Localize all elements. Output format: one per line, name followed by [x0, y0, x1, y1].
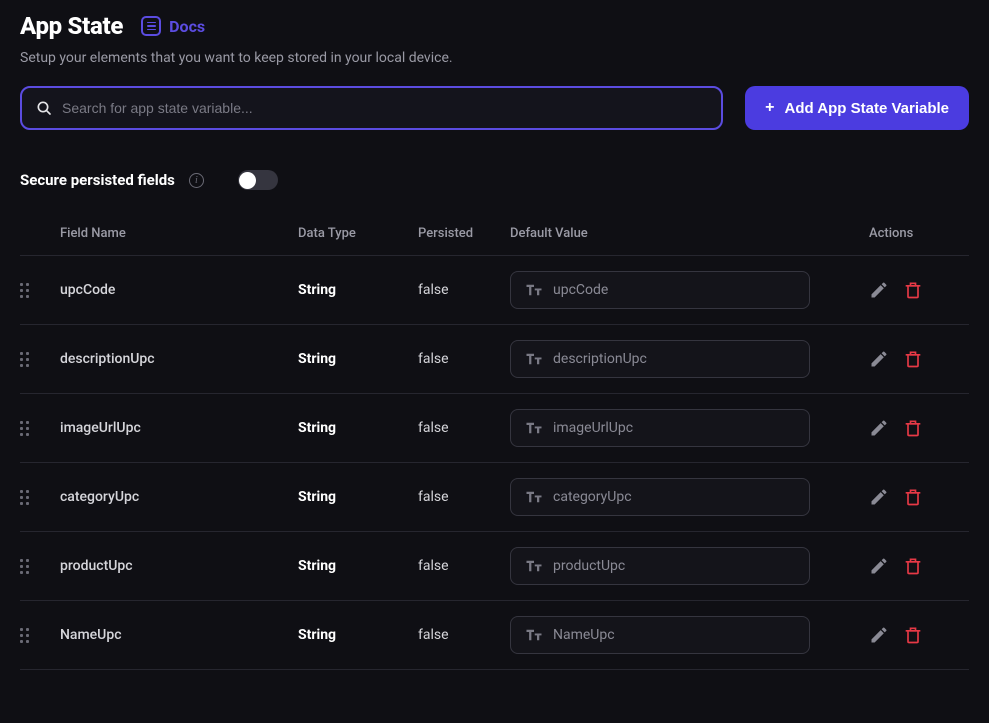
default-value-box[interactable]: imageUrlUpc: [510, 409, 810, 447]
table-header: Field Name Data Type Persisted Default V…: [20, 212, 969, 256]
default-value-box[interactable]: categoryUpc: [510, 478, 810, 516]
col-persisted: Persisted: [418, 226, 510, 241]
add-button-label: Add App State Variable: [785, 100, 949, 117]
col-data-type: Data Type: [298, 226, 418, 241]
edit-icon[interactable]: [869, 280, 889, 300]
drag-handle-icon[interactable]: [20, 490, 29, 505]
text-type-icon: [525, 421, 543, 435]
docs-icon: [141, 16, 161, 36]
drag-handle-icon[interactable]: [20, 283, 29, 298]
persisted: false: [418, 489, 510, 505]
table-row: NameUpc String false NameUpc: [20, 601, 969, 670]
col-default-value: Default Value: [510, 226, 869, 241]
data-type: String: [298, 351, 418, 367]
default-value-text: imageUrlUpc: [553, 420, 633, 436]
table-row: categoryUpc String false categoryUpc: [20, 463, 969, 532]
docs-label: Docs: [169, 17, 205, 36]
persisted: false: [418, 420, 510, 436]
data-type: String: [298, 627, 418, 643]
delete-icon[interactable]: [903, 280, 923, 300]
data-type: String: [298, 558, 418, 574]
delete-icon[interactable]: [903, 625, 923, 645]
data-type: String: [298, 489, 418, 505]
delete-icon[interactable]: [903, 556, 923, 576]
default-value-text: upcCode: [553, 282, 608, 298]
default-value-text: productUpc: [553, 558, 625, 574]
toggle-knob: [239, 172, 256, 189]
field-name: productUpc: [60, 558, 298, 574]
persisted: false: [418, 282, 510, 298]
edit-icon[interactable]: [869, 556, 889, 576]
info-icon[interactable]: i: [189, 173, 204, 188]
table-row: upcCode String false upcCode: [20, 256, 969, 325]
col-field-name: Field Name: [60, 226, 298, 241]
field-name: imageUrlUpc: [60, 420, 298, 436]
drag-handle-icon[interactable]: [20, 421, 29, 436]
search-icon: [36, 100, 52, 116]
page-title: App State: [20, 12, 123, 40]
edit-icon[interactable]: [869, 625, 889, 645]
drag-handle-icon[interactable]: [20, 559, 29, 574]
default-value-box[interactable]: descriptionUpc: [510, 340, 810, 378]
secure-persisted-toggle[interactable]: [238, 170, 278, 190]
text-type-icon: [525, 283, 543, 297]
field-name: categoryUpc: [60, 489, 298, 505]
drag-handle-icon[interactable]: [20, 352, 29, 367]
docs-link[interactable]: Docs: [141, 16, 205, 36]
default-value-box[interactable]: upcCode: [510, 271, 810, 309]
add-app-state-variable-button[interactable]: + Add App State Variable: [745, 86, 969, 130]
persisted: false: [418, 351, 510, 367]
field-name: upcCode: [60, 282, 298, 298]
text-type-icon: [525, 628, 543, 642]
text-type-icon: [525, 352, 543, 366]
data-type: String: [298, 420, 418, 436]
field-name: descriptionUpc: [60, 351, 298, 367]
edit-icon[interactable]: [869, 418, 889, 438]
default-value-text: descriptionUpc: [553, 351, 647, 367]
table-row: imageUrlUpc String false imageUrlUpc: [20, 394, 969, 463]
field-name: NameUpc: [60, 627, 298, 643]
secure-persisted-label: Secure persisted fields: [20, 171, 175, 189]
default-value-text: categoryUpc: [553, 489, 632, 505]
text-type-icon: [525, 490, 543, 504]
data-type: String: [298, 282, 418, 298]
col-actions: Actions: [869, 226, 969, 241]
default-value-box[interactable]: NameUpc: [510, 616, 810, 654]
persisted: false: [418, 627, 510, 643]
edit-icon[interactable]: [869, 487, 889, 507]
table-row: descriptionUpc String false descriptionU…: [20, 325, 969, 394]
table-row: productUpc String false productUpc: [20, 532, 969, 601]
edit-icon[interactable]: [869, 349, 889, 369]
search-box[interactable]: [20, 86, 723, 130]
plus-icon: +: [765, 99, 774, 117]
delete-icon[interactable]: [903, 487, 923, 507]
persisted: false: [418, 558, 510, 574]
search-input[interactable]: [62, 100, 707, 116]
drag-handle-icon[interactable]: [20, 628, 29, 643]
default-value-box[interactable]: productUpc: [510, 547, 810, 585]
default-value-text: NameUpc: [553, 627, 615, 643]
text-type-icon: [525, 559, 543, 573]
delete-icon[interactable]: [903, 349, 923, 369]
page-subtitle: Setup your elements that you want to kee…: [20, 50, 969, 66]
delete-icon[interactable]: [903, 418, 923, 438]
